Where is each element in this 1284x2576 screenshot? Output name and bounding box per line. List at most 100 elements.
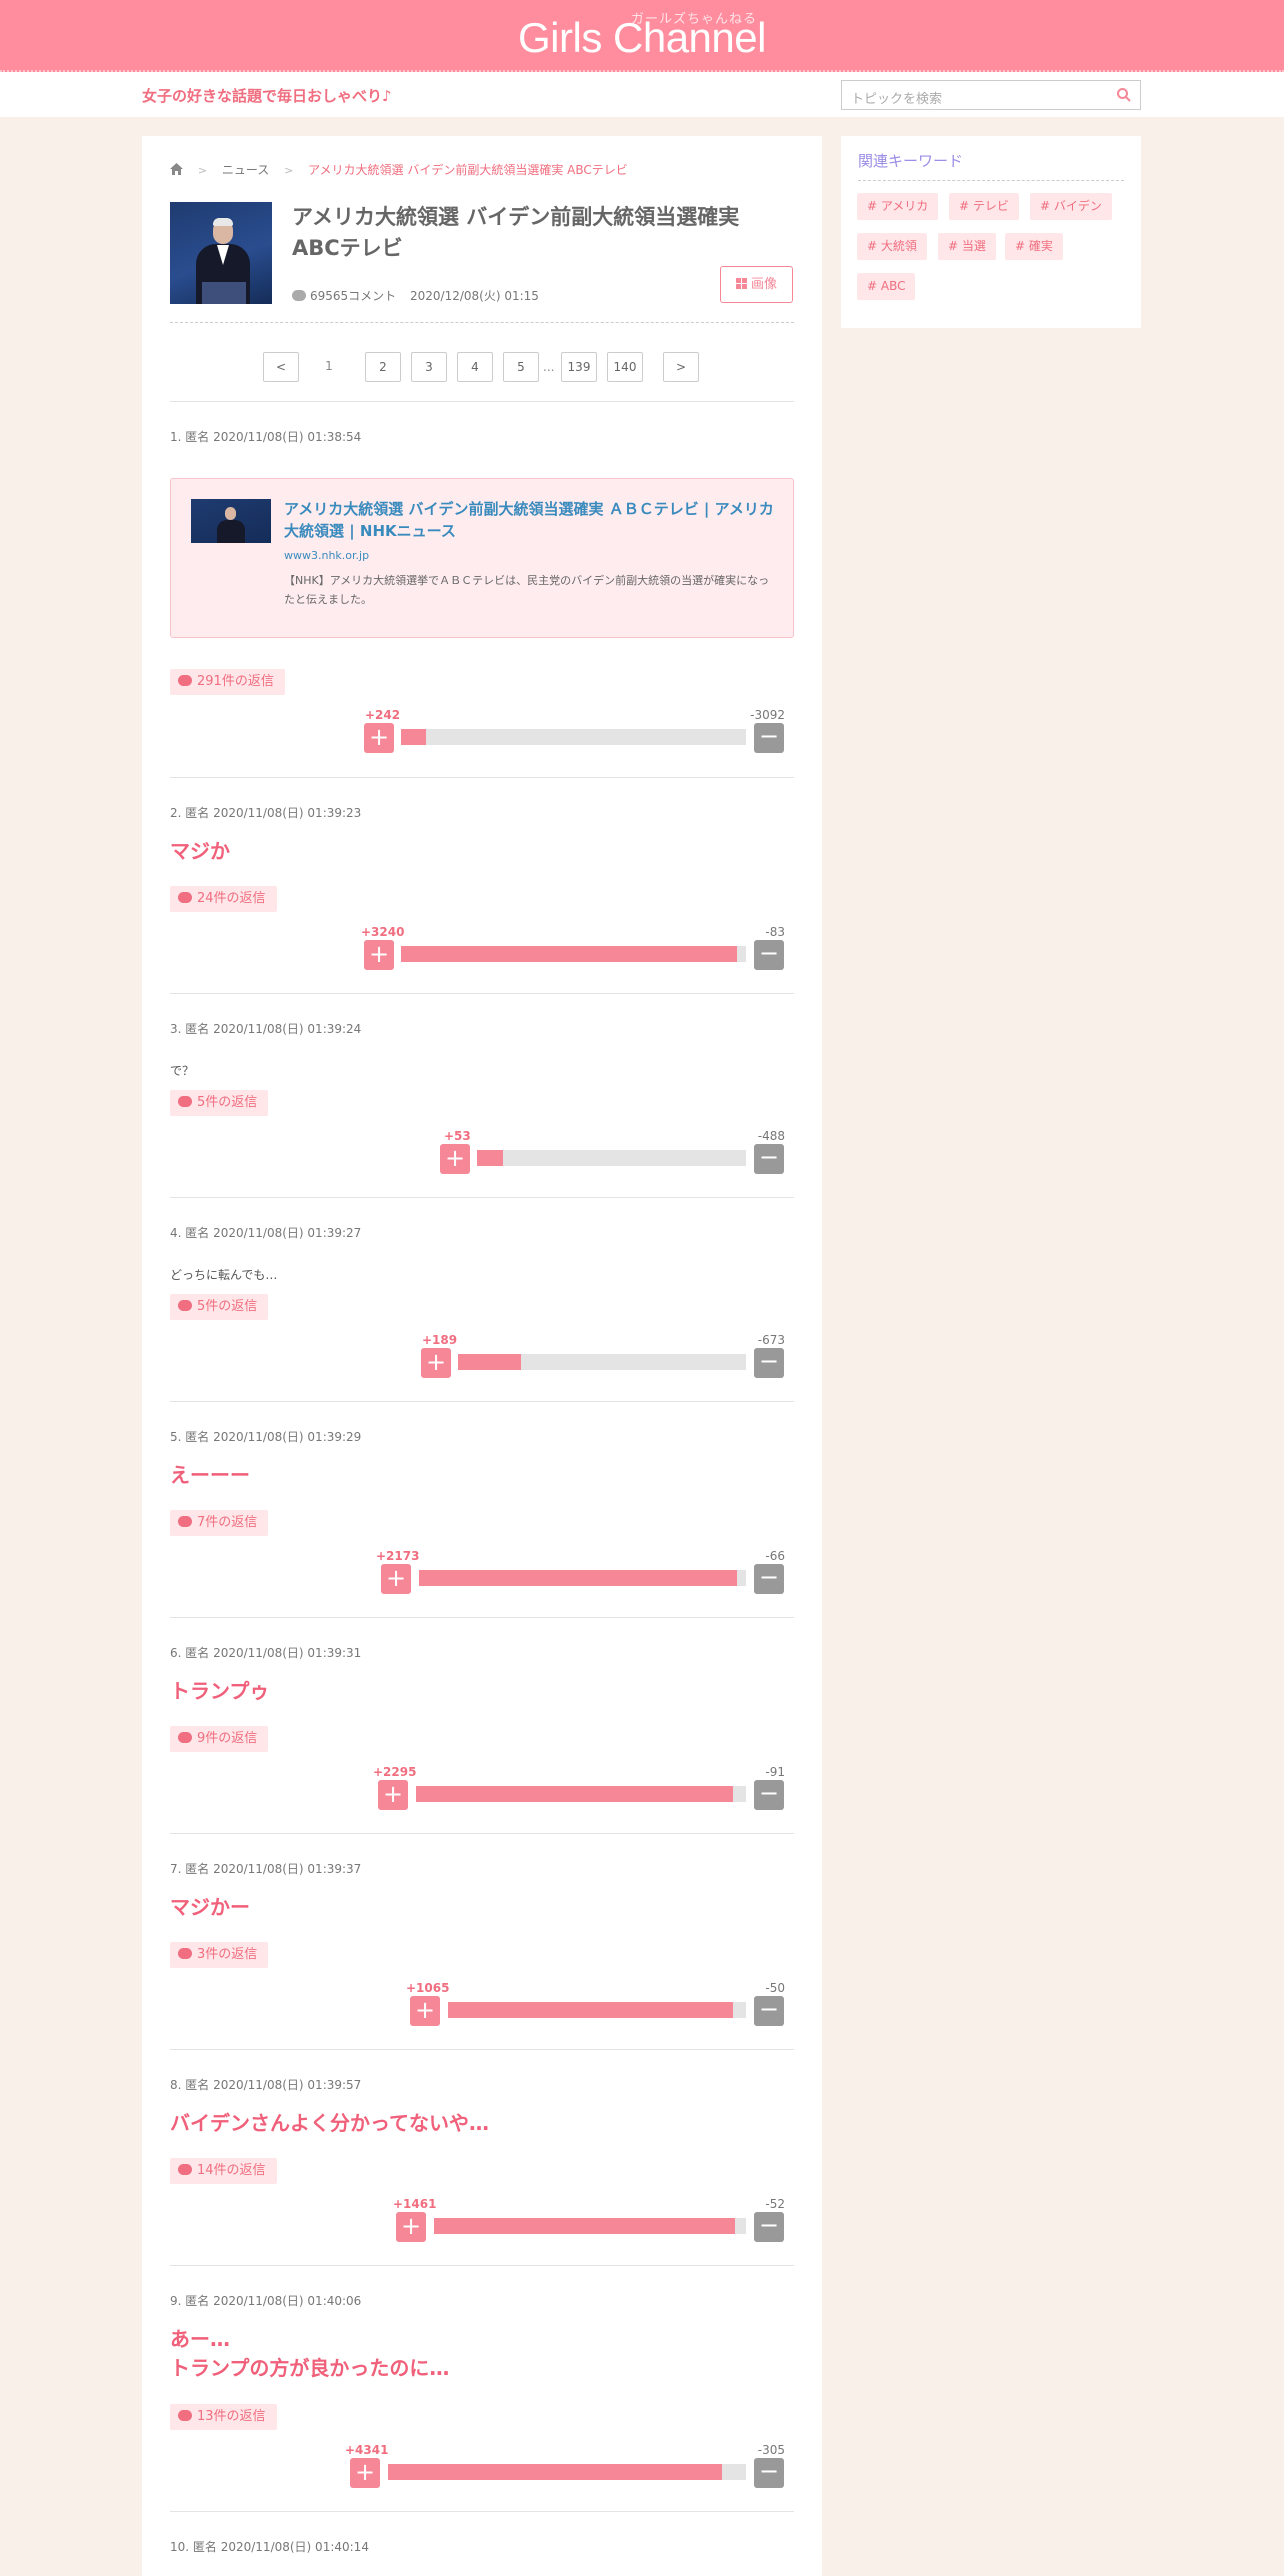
minus-button[interactable]: − (754, 1348, 784, 1378)
comment-item: 2. 匿名 2020/11/08(日) 01:39:23 (170, 804, 794, 821)
article-thumbnail[interactable] (170, 202, 272, 304)
search-box[interactable]: トピックを検索 (841, 80, 1141, 110)
comment-body: どっちに転んでも… (170, 1268, 278, 1282)
reply-count-button[interactable]: 5件の返信 (170, 1294, 269, 1320)
reply-count-button[interactable]: 7件の返信 (170, 1510, 269, 1536)
minus-count: -305 (757, 2443, 785, 2457)
vote-ratio-bar (458, 1354, 746, 1370)
plus-count: +2173 (376, 1549, 420, 1563)
vote-bar: +2295 -91 + − (170, 1765, 794, 1811)
reply-count-button[interactable]: 14件の返信 (170, 2158, 277, 2184)
minus-button[interactable]: − (754, 940, 784, 970)
plus-count: +242 (365, 708, 401, 722)
search-icon[interactable] (1116, 87, 1132, 103)
comment-item: 3. 匿名 2020/11/08(日) 01:39:24 (170, 1020, 794, 1037)
comment-body: マジか (170, 839, 230, 863)
vote-bar: +1461 -52 + − (170, 2197, 794, 2243)
link-preview-url[interactable]: www3.nhk.or.jp (284, 549, 369, 562)
comment-header: 6. 匿名 2020/11/08(日) 01:39:31 (170, 1646, 362, 1660)
minus-count: -673 (757, 1333, 785, 1347)
minus-button[interactable]: − (754, 1564, 784, 1594)
plus-button[interactable]: + (350, 2458, 380, 2488)
comment-item: 7. 匿名 2020/11/08(日) 01:39:37 (170, 1860, 794, 1877)
plus-count: +2295 (373, 1765, 417, 1779)
comment-item: 8. 匿名 2020/11/08(日) 01:39:57 (170, 2076, 794, 2093)
minus-button[interactable]: − (754, 1144, 784, 1174)
vote-bar: +189 -673 + − (170, 1333, 794, 1379)
keyword-tag[interactable]: # 当選 (938, 233, 996, 260)
home-icon[interactable] (170, 163, 183, 175)
plus-button[interactable]: + (421, 1348, 451, 1378)
link-preview-title[interactable]: アメリカ大統領選 バイデン前副大統領当選確実 ＡＢＣテレビ | アメリカ大統領選… (284, 498, 774, 542)
page-link[interactable]: 3 (411, 352, 447, 382)
vote-ratio-fill (416, 1786, 734, 1802)
vote-ratio-bar (434, 2218, 746, 2234)
link-preview-card[interactable]: アメリカ大統領選 バイデン前副大統領当選確実 ＡＢＣテレビ | アメリカ大統領選… (170, 478, 794, 638)
minus-count: -83 (765, 925, 785, 939)
minus-button[interactable]: − (754, 2212, 784, 2242)
vote-bar: +1065 -50 + − (170, 1981, 794, 2027)
prev-page-button[interactable]: < (263, 352, 299, 382)
comment-icon (292, 290, 306, 301)
keyword-tag[interactable]: # アメリカ (857, 193, 939, 220)
plus-button[interactable]: + (440, 1144, 470, 1174)
plus-button[interactable]: + (364, 723, 394, 753)
page-link[interactable]: 140 (607, 352, 643, 382)
speech-bubble-icon (178, 892, 192, 903)
divider (170, 777, 794, 778)
comment-body: マジかー (170, 1895, 250, 1919)
plus-button[interactable]: + (378, 1780, 408, 1810)
comment-body: で？ (170, 1064, 195, 1078)
comment-header: 2. 匿名 2020/11/08(日) 01:39:23 (170, 806, 362, 820)
search-input[interactable]: トピックを検索 (851, 88, 942, 107)
keyword-tag[interactable]: # バイデン (1030, 193, 1112, 220)
page-link[interactable]: 4 (457, 352, 493, 382)
page-link[interactable]: 139 (561, 352, 597, 382)
comment-count: 69565コメント (310, 289, 397, 303)
reply-count-button[interactable]: 24件の返信 (170, 886, 277, 912)
keyword-tag[interactable]: # ABC (857, 273, 916, 300)
page-link[interactable]: 2 (365, 352, 401, 382)
reply-count-button[interactable]: 291件の返信 (170, 669, 285, 695)
tagline: 女子の好きな話題で毎日おしゃべり♪ (142, 87, 392, 105)
reply-count-button[interactable]: 13件の返信 (170, 2404, 277, 2430)
vote-ratio-fill (458, 1354, 522, 1370)
divider (858, 180, 1124, 181)
comment-header: 8. 匿名 2020/11/08(日) 01:39:57 (170, 2078, 362, 2092)
comment-body: バイデンさんよく分かってないや… (170, 2111, 489, 2135)
vote-ratio-fill (434, 2218, 736, 2234)
keyword-tag[interactable]: # 確実 (1005, 233, 1063, 260)
comment-body: あー… (170, 2327, 230, 2351)
grid-icon (735, 278, 747, 289)
plus-button[interactable]: + (396, 2212, 426, 2242)
comment-item: 10. 匿名 2020/11/08(日) 01:40:14 (170, 2538, 794, 2555)
vote-ratio-fill (401, 729, 427, 745)
plus-button[interactable]: + (381, 1564, 411, 1594)
plus-button[interactable]: + (410, 1996, 440, 2026)
plus-button[interactable]: + (364, 940, 394, 970)
comment-body-line-2: トランプの方が良かったのに… (170, 2356, 450, 2380)
reply-count-button[interactable]: 9件の返信 (170, 1726, 269, 1752)
comment-header: 7. 匿名 2020/11/08(日) 01:39:37 (170, 1862, 362, 1876)
minus-button[interactable]: − (754, 723, 784, 753)
reply-count-button[interactable]: 3件の返信 (170, 1942, 269, 1968)
speech-bubble-icon (178, 1096, 192, 1107)
plus-count: +53 (444, 1129, 471, 1143)
page-link[interactable]: 5 (503, 352, 539, 382)
divider (170, 322, 794, 323)
minus-button[interactable]: − (754, 2458, 784, 2488)
next-page-button[interactable]: > (663, 352, 699, 382)
keyword-tag[interactable]: # テレビ (949, 193, 1019, 220)
breadcrumb: > ニュース > アメリカ大統領選 バイデン前副大統領当選確実 ABCテレビ (170, 161, 628, 178)
link-preview-description: 【NHK】アメリカ大統領選挙でＡＢＣテレビは、民主党のバイデン前副大統領の当選が… (284, 574, 770, 606)
minus-button[interactable]: − (754, 1996, 784, 2026)
site-logo[interactable]: Girls Channel (0, 14, 1284, 62)
breadcrumb-section[interactable]: ニュース (222, 163, 269, 177)
image-button[interactable]: 画像 (720, 266, 793, 303)
minus-button[interactable]: − (754, 1780, 784, 1810)
plus-count: +1461 (393, 2197, 437, 2211)
reply-count-button[interactable]: 5件の返信 (170, 1090, 269, 1116)
comment-header: 1. 匿名 2020/11/08(日) 01:38:54 (170, 430, 362, 444)
keyword-tag[interactable]: # 大統領 (857, 233, 927, 260)
related-keywords-title: 関連キーワード (858, 152, 964, 170)
